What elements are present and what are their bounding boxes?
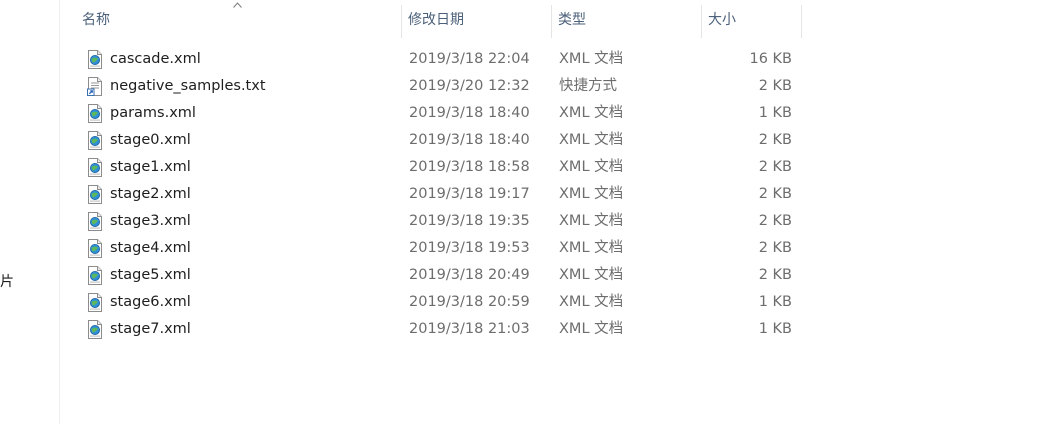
file-size: 2 KB <box>758 159 792 175</box>
file-name[interactable]: stage1.xml <box>110 154 191 181</box>
navigation-pane: 片 <box>0 0 60 424</box>
file-row[interactable]: stage7.xml 2019/3/18 21:03 XML 文档 1 KB <box>60 316 1052 343</box>
file-size: 2 KB <box>758 132 792 148</box>
file-row[interactable]: stage5.xml 2019/3/18 20:49 XML 文档 2 KB <box>60 262 1052 289</box>
xml-file-icon <box>87 185 103 204</box>
file-type: XML 文档 <box>559 186 624 202</box>
file-date: 2019/3/18 18:58 <box>409 159 530 175</box>
file-date: 2019/3/18 20:59 <box>409 294 530 310</box>
file-size: 2 KB <box>758 213 792 229</box>
column-header-size[interactable]: 大小 <box>702 0 801 38</box>
file-name[interactable]: stage5.xml <box>110 262 191 289</box>
file-type: XML 文档 <box>559 240 624 256</box>
file-type: XML 文档 <box>559 159 624 175</box>
file-size: 1 KB <box>758 294 792 310</box>
file-date: 2019/3/18 19:17 <box>409 186 530 202</box>
file-name[interactable]: stage0.xml <box>110 127 191 154</box>
file-type: XML 文档 <box>559 213 624 229</box>
file-name[interactable]: negative_samples.txt <box>110 73 266 100</box>
file-type: XML 文档 <box>559 51 624 67</box>
file-row[interactable]: negative_samples.txt 2019/3/20 12:32 快捷方式 2… <box>60 73 1052 100</box>
file-name[interactable]: stage4.xml <box>110 235 191 262</box>
file-row[interactable]: params.xml 2019/3/18 18:40 XML 文档 1 KB <box>60 100 1052 127</box>
column-header-type[interactable]: 类型 <box>552 0 701 38</box>
file-row[interactable]: stage2.xml 2019/3/18 19:17 XML 文档 2 KB <box>60 181 1052 208</box>
file-name[interactable]: params.xml <box>110 100 196 127</box>
file-row[interactable]: stage0.xml 2019/3/18 18:40 XML 文档 2 KB <box>60 127 1052 154</box>
file-size: 16 KB <box>749 51 792 67</box>
file-name[interactable]: stage3.xml <box>110 208 191 235</box>
xml-file-icon <box>87 239 103 258</box>
column-header-type-label: 类型 <box>558 12 586 28</box>
xml-file-icon <box>87 266 103 285</box>
file-size: 1 KB <box>758 105 792 121</box>
file-date: 2019/3/18 18:40 <box>409 132 530 148</box>
navigation-pane-item-fragment[interactable]: 片 <box>0 271 14 291</box>
file-row[interactable]: stage3.xml 2019/3/18 19:35 XML 文档 2 KB <box>60 208 1052 235</box>
file-name[interactable]: stage2.xml <box>110 181 191 208</box>
xml-file-icon <box>87 131 103 150</box>
file-name[interactable]: stage7.xml <box>110 316 191 343</box>
file-type: XML 文档 <box>559 321 624 337</box>
xml-file-icon <box>87 212 103 231</box>
file-type: 快捷方式 <box>559 78 617 94</box>
file-size: 1 KB <box>758 321 792 337</box>
xml-file-icon <box>87 293 103 312</box>
file-type: XML 文档 <box>559 105 624 121</box>
column-separator[interactable] <box>801 5 802 38</box>
file-name[interactable]: cascade.xml <box>110 46 201 73</box>
file-size: 2 KB <box>758 186 792 202</box>
xml-file-icon <box>87 158 103 177</box>
xml-file-icon <box>87 50 103 69</box>
file-date: 2019/3/20 12:32 <box>409 78 530 94</box>
file-type: XML 文档 <box>559 294 624 310</box>
file-date: 2019/3/18 20:49 <box>409 267 530 283</box>
column-header: 名称 修改日期 类型 大小 <box>60 0 1052 38</box>
file-date: 2019/3/18 18:40 <box>409 105 530 121</box>
file-row[interactable]: stage1.xml 2019/3/18 18:58 XML 文档 2 KB <box>60 154 1052 181</box>
file-type: XML 文档 <box>559 132 624 148</box>
shortcut-file-icon <box>87 77 103 96</box>
file-date: 2019/3/18 19:53 <box>409 240 530 256</box>
column-header-date[interactable]: 修改日期 <box>402 0 551 38</box>
file-type: XML 文档 <box>559 267 624 283</box>
column-header-size-label: 大小 <box>708 12 736 28</box>
column-header-date-label: 修改日期 <box>408 12 464 28</box>
file-date: 2019/3/18 19:35 <box>409 213 530 229</box>
file-size: 2 KB <box>758 267 792 283</box>
xml-file-icon <box>87 104 103 123</box>
xml-file-icon <box>87 320 103 339</box>
file-date: 2019/3/18 21:03 <box>409 321 530 337</box>
file-size: 2 KB <box>758 240 792 256</box>
file-name[interactable]: stage6.xml <box>110 289 191 316</box>
file-date: 2019/3/18 22:04 <box>409 51 530 67</box>
file-row[interactable]: stage6.xml 2019/3/18 20:59 XML 文档 1 KB <box>60 289 1052 316</box>
file-size: 2 KB <box>758 78 792 94</box>
column-header-name-label: 名称 <box>82 12 110 28</box>
file-row[interactable]: cascade.xml 2019/3/18 22:04 XML 文档 16 KB <box>60 46 1052 73</box>
file-row[interactable]: stage4.xml 2019/3/18 19:53 XML 文档 2 KB <box>60 235 1052 262</box>
sort-ascending-icon[interactable] <box>233 2 242 8</box>
